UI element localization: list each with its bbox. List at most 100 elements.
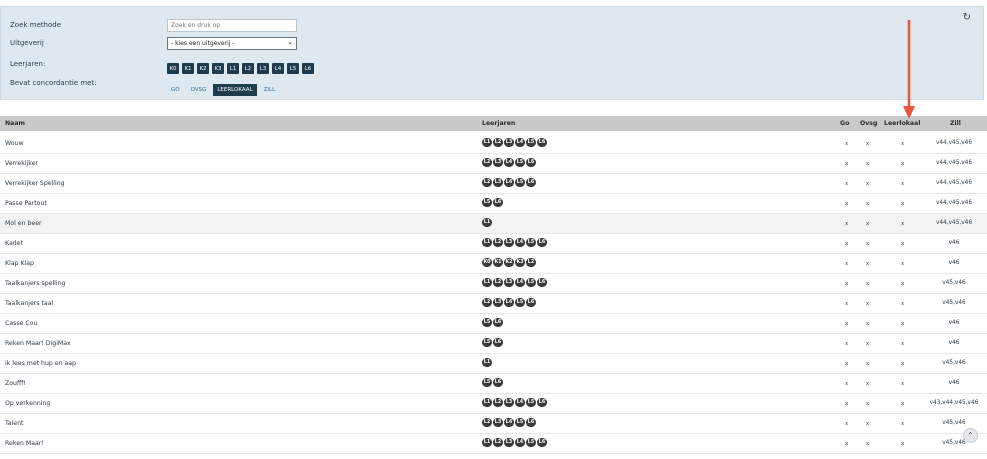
year-badge: L2 <box>493 278 503 287</box>
zill-value: v45,v46 <box>942 280 966 286</box>
year-badge: L4 <box>515 138 525 147</box>
leerlokaal-value: x <box>901 401 905 407</box>
go-value: x <box>845 261 849 267</box>
header-years[interactable]: Leerjaren <box>482 120 515 127</box>
leerlokaal-value: x <box>901 141 905 147</box>
table-row[interactable]: Klap Klap K0 K1 K2 K3 L2 x x x v46 <box>0 254 987 274</box>
year-button-k1[interactable]: K1 <box>182 63 194 74</box>
table-row[interactable]: Taalkanjers taal L2 L3 L4 L5 L6 x x x v45,v46 <box>0 294 987 314</box>
method-name: Taalkanjers taal <box>5 300 54 307</box>
zill-value: v46 <box>948 380 960 386</box>
method-name: Mol en beer <box>5 220 42 227</box>
concordance-button-zill[interactable]: ZILL <box>260 84 280 96</box>
zill-value: v45,v46 <box>942 360 966 366</box>
go-value: x <box>845 421 849 427</box>
table-row[interactable]: Passe Partout L5 L6 x x x v44,v45,v46 <box>0 194 987 214</box>
table-row[interactable]: Taalkanjers spelling L1 L2 L3 L4 L5 L6 x x x v45,v… <box>0 274 987 294</box>
zill-value: v46 <box>948 260 960 266</box>
year-badges: L2 L3 L4 L5 L6 <box>482 298 536 307</box>
year-badges: L1 L2 L3 L4 L5 L6 <box>482 398 547 407</box>
year-button-l5[interactable]: L5 <box>287 63 299 74</box>
year-badges: L1 <box>482 358 492 367</box>
year-badge: L3 <box>493 418 503 427</box>
year-button-l2[interactable]: L2 <box>242 63 254 74</box>
leerlokaal-value: x <box>901 281 905 287</box>
year-badge: L5 <box>515 418 525 427</box>
zill-value: v43,v44,v45,v46 <box>929 400 979 406</box>
concordance-button-leerlokaal[interactable]: LEERLOKAAL <box>213 84 257 96</box>
method-name: Wouw <box>5 140 24 147</box>
year-badge: L3 <box>504 398 514 407</box>
leerlokaal-value: x <box>901 161 905 167</box>
header-zill[interactable]: Zill <box>950 120 961 127</box>
year-badges: L2 L3 L4 L5 L6 <box>482 178 536 187</box>
header-ovsg[interactable]: Ovsg <box>860 120 877 127</box>
year-badges: L5 L6 <box>482 198 503 207</box>
leerlokaal-value: x <box>901 421 905 427</box>
method-name: Casse Cou <box>5 320 38 327</box>
table-row[interactable]: ik lees met hup en aap L1 x x x v45,v46 <box>0 354 987 374</box>
year-button-k3[interactable]: K3 <box>212 63 224 74</box>
ovsg-value: x <box>866 261 870 267</box>
year-badge: L3 <box>504 138 514 147</box>
year-badge: L6 <box>526 418 536 427</box>
zill-value: v44,v45,v46 <box>935 200 973 206</box>
search-input[interactable] <box>167 19 297 32</box>
year-badge: L4 <box>504 298 514 307</box>
year-badge: L6 <box>537 278 547 287</box>
year-button-k0[interactable]: K0 <box>167 63 179 74</box>
zill-value: v45,v46 <box>942 420 966 426</box>
refresh-icon[interactable]: ↻ <box>963 12 971 23</box>
header-go[interactable]: Go <box>840 120 849 127</box>
header-name[interactable]: Naam <box>5 120 25 127</box>
year-badge: L6 <box>493 318 503 327</box>
year-badges: L5 L6 <box>482 378 503 387</box>
zill-value: v46 <box>948 240 960 246</box>
year-badge: L6 <box>526 178 536 187</box>
year-badge: L4 <box>504 158 514 167</box>
year-badge: L5 <box>526 398 536 407</box>
go-value: x <box>845 141 849 147</box>
go-value: x <box>845 221 849 227</box>
table-row[interactable]: Kadet L1 L2 L3 L4 L5 L6 x x x v46 <box>0 234 987 254</box>
table-row[interactable]: Casse Cou L5 L6 x x x v46 <box>0 314 987 334</box>
year-badge: L1 <box>482 138 492 147</box>
search-label: Zoek methode <box>10 21 62 29</box>
year-button-l1[interactable]: L1 <box>227 63 239 74</box>
scroll-to-top-button[interactable]: ⌃ <box>963 428 978 443</box>
year-button-k2[interactable]: K2 <box>197 63 209 74</box>
year-badge: L2 <box>482 178 492 187</box>
method-name: Op verkenning <box>5 400 51 407</box>
method-name: Zoufff! <box>5 380 26 387</box>
year-badges: L1 L2 L3 L4 L5 L6 <box>482 278 547 287</box>
table-row[interactable]: Mol en beer L1 x x x v44,v45,v46 <box>0 214 987 234</box>
header-leerlokaal[interactable]: Leerlokaal <box>884 120 920 127</box>
table-row[interactable]: Reken Maar! L1 L2 L3 L4 L5 L6 x x x v45,v46 <box>0 434 987 454</box>
year-badges: L2 L3 L4 L5 L6 <box>482 418 536 427</box>
year-badge: L1 <box>482 238 492 247</box>
method-name: Verrekijker Spelling <box>5 180 65 187</box>
table-row[interactable]: Zoufff! L5 L6 x x x v46 <box>0 374 987 394</box>
table-row[interactable]: Wouw L1 L2 L3 L4 L5 L6 x x x v44,v45,v46 <box>0 134 987 154</box>
table-row[interactable]: Verrekijker L2 L3 L4 L5 L6 x x x v44,v45,v46 <box>0 154 987 174</box>
go-value: x <box>845 401 849 407</box>
concordance-button-ovsg[interactable]: OVSG <box>187 84 211 96</box>
table-row[interactable]: Verrekijker Spelling L2 L3 L4 L5 L6 x x x v44,v45… <box>0 174 987 194</box>
year-badge: L4 <box>515 238 525 247</box>
concordance-button-go[interactable]: GO <box>167 84 184 96</box>
year-button-l4[interactable]: L4 <box>272 63 284 74</box>
ovsg-value: x <box>866 161 870 167</box>
concordance-label: Bevat concordantie met: <box>10 79 97 87</box>
year-badge: L1 <box>482 218 492 227</box>
table-header: Naam Leerjaren Go Ovsg Leerlokaal Zill <box>0 116 987 131</box>
publisher-select[interactable]: - kies een uitgeverij - ⌄ <box>167 37 297 50</box>
year-button-l6[interactable]: L6 <box>302 63 314 74</box>
table-row[interactable]: Reken Maar! DigiMax L5 L6 x x x v46 <box>0 334 987 354</box>
year-button-l3[interactable]: L3 <box>257 63 269 74</box>
table-row[interactable]: Talent L2 L3 L4 L5 L6 x x x v45,v46 <box>0 414 987 434</box>
leerlokaal-value: x <box>901 441 905 447</box>
ovsg-value: x <box>866 361 870 367</box>
method-name: Reken Maar! <box>5 440 44 447</box>
table-row[interactable]: Op verkenning L1 L2 L3 L4 L5 L6 x x x v43,v44,v45,… <box>0 394 987 414</box>
leerlokaal-value: x <box>901 301 905 307</box>
